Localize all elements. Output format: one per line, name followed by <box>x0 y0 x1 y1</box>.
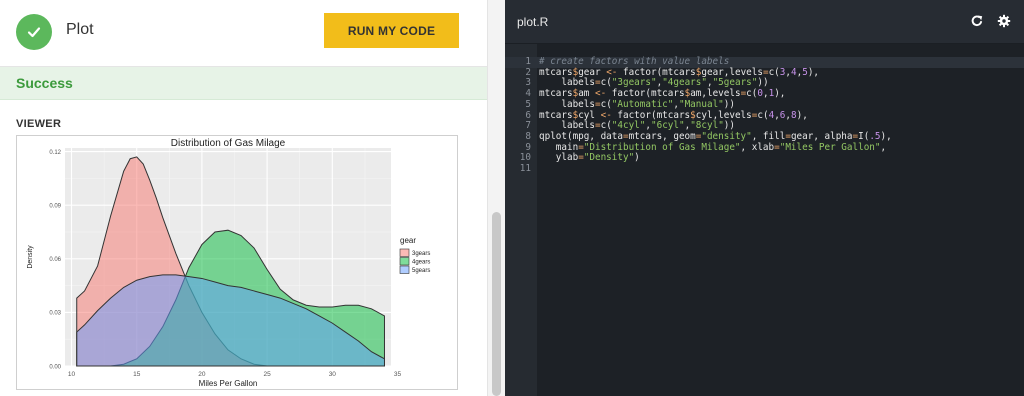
gear-icon[interactable] <box>997 14 1011 28</box>
x-tick-label: 35 <box>394 371 402 378</box>
legend-label-5gears: 5gears <box>412 268 430 274</box>
line-number: 5 <box>525 98 531 110</box>
plot-viewer: Distribution of Gas Milage 10 15 20 25 30 35 0.… <box>16 135 458 390</box>
legend-label-3gears: 3gears <box>412 251 430 257</box>
code-line[interactable]: 11 <box>505 163 1024 175</box>
tab-plot-r[interactable]: plot.R <box>517 15 548 29</box>
line-number: 11 <box>519 163 531 174</box>
x-tick-label: 10 <box>68 371 76 378</box>
line-number: 8 <box>525 130 531 142</box>
x-tick-label: 25 <box>264 371 272 378</box>
code-editor: plot.R 1 # create factors with value lab… <box>505 0 1024 396</box>
status-banner: Success <box>0 67 487 100</box>
density-chart: Distribution of Gas Milage 10 15 20 25 30 35 0.… <box>27 138 430 388</box>
y-tick-label: 0.03 <box>49 311 61 317</box>
output-pane: Plot RUN MY CODE Success VIEWER Distribu… <box>0 0 487 396</box>
legend-label-4gears: 4gears <box>412 260 430 266</box>
code-text: ylab="Density") <box>539 152 640 164</box>
task-title: Plot <box>66 21 94 38</box>
scrollbar[interactable] <box>487 0 505 396</box>
editor-header: plot.R <box>505 0 1024 44</box>
reload-icon[interactable] <box>970 14 984 28</box>
scrollbar-thumb[interactable] <box>492 212 501 396</box>
x-tick-label: 20 <box>198 371 206 378</box>
legend-swatch-4gears <box>399 257 410 266</box>
legend-swatch-5gears <box>399 265 410 274</box>
checkmark-icon <box>27 27 41 38</box>
legend-swatch-3gears <box>399 248 410 257</box>
run-my-code-button[interactable]: RUN MY CODE <box>324 13 459 48</box>
y-tick-label: 0.00 <box>49 364 61 370</box>
y-tick-label: 0.06 <box>49 257 61 263</box>
legend-title: gear <box>400 236 416 245</box>
y-tick-label: 0.12 <box>49 150 61 156</box>
x-tick-label: 30 <box>329 371 337 378</box>
chart-title: Distribution of Gas Milage <box>171 138 286 149</box>
success-check-icon <box>16 14 52 50</box>
code-area[interactable]: 1 # create factors with value labels 2 mtca… <box>505 44 1024 396</box>
x-tick-label: 15 <box>133 371 141 378</box>
y-axis-label: Density <box>27 245 34 269</box>
viewer-heading: VIEWER <box>16 118 62 130</box>
y-tick-label: 0.09 <box>49 203 61 209</box>
x-axis-label: Miles Per Gallon <box>199 379 258 388</box>
app-root: Plot RUN MY CODE Success VIEWER Distribu… <box>0 0 1024 396</box>
status-text: Success <box>16 75 73 91</box>
code-line[interactable]: 10 ylab="Density") <box>505 152 1024 164</box>
